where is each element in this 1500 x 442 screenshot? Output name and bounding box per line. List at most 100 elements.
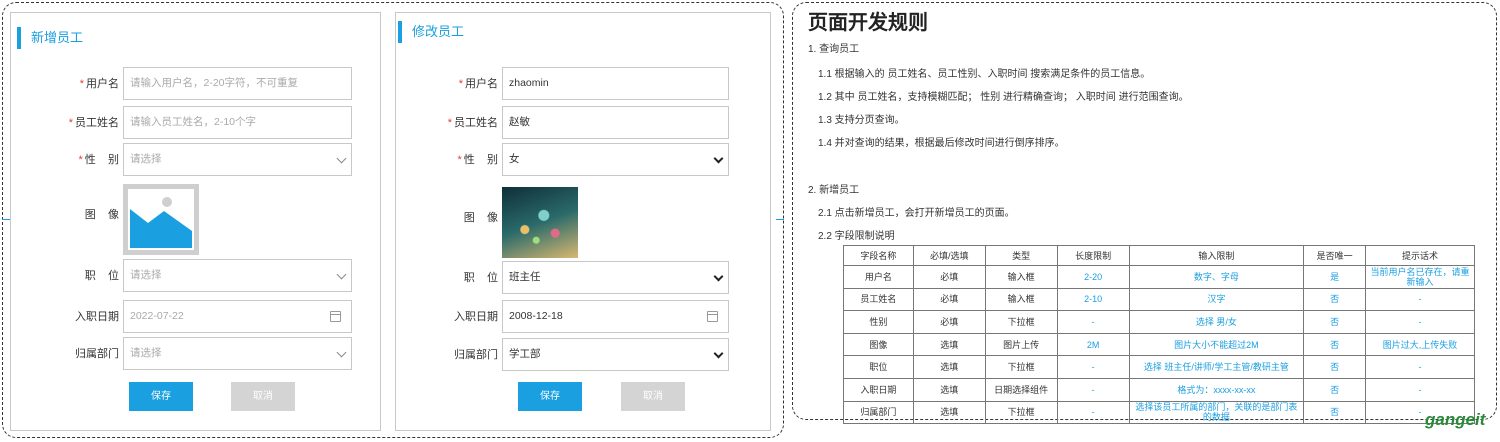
table-cell: 输入框 xyxy=(984,265,1058,289)
table-cell: 员工姓名 xyxy=(843,287,914,312)
table-cell: 下拉框 xyxy=(984,355,1058,379)
chevron-down-icon xyxy=(336,153,347,164)
column-header: 提示话术 xyxy=(1365,245,1475,266)
username-input[interactable]: 请输入用户名，2-20字符，不可重复 xyxy=(123,67,352,100)
employee-name-row: * 员工姓名 请输入员工姓名，2-10个字 xyxy=(11,106,382,140)
table-row: 归属部门 选填 下拉框 - 选择该员工所属的部门，关联的是部门表的数据 否 - xyxy=(843,400,1475,425)
table-cell: 2-10 xyxy=(1056,287,1130,312)
select-value: 女 xyxy=(509,153,520,165)
table-cell: 否 xyxy=(1303,310,1367,334)
save-button[interactable]: 保存 xyxy=(518,382,582,411)
table-cell: - xyxy=(1056,355,1130,379)
hire-date-row: 入职日期 2022-07-22 xyxy=(11,300,382,334)
table-cell: 格式为：xxxx-xx-xx xyxy=(1128,377,1305,402)
field-label: 职 位 xyxy=(84,270,119,282)
column-header: 字段名称 xyxy=(843,245,914,266)
field-label: 员工姓名 xyxy=(75,117,119,129)
table-row: 员工姓名 必填 输入框 2-10 汉字 否 - xyxy=(843,287,1475,312)
field-label: 用户名 xyxy=(86,78,119,90)
position-select[interactable]: 请选择 xyxy=(123,259,352,292)
username-input[interactable]: zhaomin xyxy=(502,67,729,100)
table-cell: 是 xyxy=(1303,265,1367,289)
table-cell: 性别 xyxy=(843,310,914,334)
table-cell: 选填 xyxy=(912,400,986,425)
table-cell: 必填 xyxy=(912,310,986,334)
field-label: 性 别 xyxy=(84,154,119,166)
table-row: 用户名 必填 输入框 2-20 数字、字母 是 当前用户名已存在，请重新输入 xyxy=(843,265,1475,289)
table-cell: 图像 xyxy=(843,332,914,357)
table-cell: - xyxy=(1365,287,1475,312)
employee-photo[interactable] xyxy=(502,187,578,258)
employee-name-row: * 员工姓名 赵敏 xyxy=(396,106,772,140)
cancel-button[interactable]: 取消 xyxy=(621,382,685,411)
image-label: 图 像 xyxy=(84,209,119,221)
table-row: 入职日期 选填 日期选择组件 - 格式为：xxxx-xx-xx 否 - xyxy=(843,377,1475,402)
select-value: 班主任 xyxy=(509,271,541,283)
table-cell: 下拉框 xyxy=(984,400,1058,425)
chevron-down-icon xyxy=(713,348,724,359)
divider-mark xyxy=(2,219,10,220)
save-button[interactable]: 保存 xyxy=(129,382,193,411)
add-employee-panel: 新增员工 * 用户名 请输入用户名，2-20字符，不可重复 * 员工姓名 请输入员工… xyxy=(10,12,381,431)
image-upload[interactable] xyxy=(123,184,199,255)
table-cell: 2M xyxy=(1056,332,1130,357)
required-mark: * xyxy=(447,117,452,129)
table-cell: 选择 男/女 xyxy=(1128,310,1305,334)
required-mark: * xyxy=(78,154,83,166)
table-cell: 2-20 xyxy=(1056,265,1130,289)
panel-title: 新增员工 xyxy=(17,27,83,49)
required-mark: * xyxy=(68,117,73,129)
position-row: 职 位 请选择 xyxy=(11,259,382,293)
table-cell: 否 xyxy=(1303,377,1367,402)
department-select[interactable]: 学工部 xyxy=(502,338,729,371)
section-heading: 2. 新增员工 xyxy=(808,185,860,196)
department-row: 归属部门 学工部 xyxy=(396,338,772,372)
gender-row: * 性 别 女 xyxy=(396,143,772,177)
field-label: 归属部门 xyxy=(75,348,119,360)
hire-date-picker[interactable]: 2008-12-18 xyxy=(502,300,729,333)
position-row: 职 位 班主任 xyxy=(396,261,772,295)
select-value: 请选择 xyxy=(130,347,162,359)
rules-title: 页面开发规则 xyxy=(808,12,928,34)
table-cell: - xyxy=(1365,377,1475,402)
table-cell: - xyxy=(1056,377,1130,402)
gender-select[interactable]: 请选择 xyxy=(123,143,352,176)
employee-name-input[interactable]: 赵敏 xyxy=(502,106,729,139)
image-placeholder-icon xyxy=(130,191,192,248)
table-cell: - xyxy=(1365,355,1475,379)
table-cell: 否 xyxy=(1303,332,1367,357)
brand-logo: gangeit xyxy=(1425,410,1486,429)
table-cell: 图片过大,上传失败 xyxy=(1365,332,1475,357)
table-cell: 选填 xyxy=(912,377,986,402)
chevron-down-icon xyxy=(336,347,347,358)
department-row: 归属部门 请选择 xyxy=(11,337,382,371)
employee-name-input[interactable]: 请输入员工姓名，2-10个字 xyxy=(123,106,352,139)
cancel-button[interactable]: 取消 xyxy=(231,382,295,411)
hire-date-row: 入职日期 2008-12-18 xyxy=(396,300,772,334)
table-cell: 输入框 xyxy=(984,287,1058,312)
column-header: 类型 xyxy=(984,245,1058,266)
field-label: 用户名 xyxy=(465,78,498,90)
table-cell: 图片上传 xyxy=(984,332,1058,357)
select-value: 学工部 xyxy=(509,348,541,360)
hire-date-picker[interactable]: 2022-07-22 xyxy=(123,300,352,333)
chevron-down-icon xyxy=(713,271,724,282)
rule-text: 1.1 根据输入的 员工姓名、员工性别、入职时间 搜索满足条件的员工信息。 xyxy=(818,69,1151,80)
table-cell: 汉字 xyxy=(1128,287,1305,312)
table-cell: 用户名 xyxy=(843,265,914,289)
field-label: 职 位 xyxy=(463,272,498,284)
calendar-icon xyxy=(330,311,341,322)
divider-mark xyxy=(776,219,784,220)
rule-text: 1.2 其中 员工姓名，支持模糊匹配； 性别 进行精确查询； 入职时间 进行范围… xyxy=(818,92,1189,103)
select-value: 请选择 xyxy=(130,269,162,281)
rule-text: 1.3 支持分页查询。 xyxy=(818,115,905,126)
table-cell: - xyxy=(1365,310,1475,334)
field-label: 性 别 xyxy=(463,154,498,166)
position-select[interactable]: 班主任 xyxy=(502,261,729,294)
chevron-down-icon xyxy=(336,269,347,280)
department-select[interactable]: 请选择 xyxy=(123,337,352,370)
table-cell: 入职日期 xyxy=(843,377,914,402)
gender-select[interactable]: 女 xyxy=(502,143,729,176)
table-cell: 归属部门 xyxy=(843,400,914,425)
required-mark: * xyxy=(458,78,463,90)
